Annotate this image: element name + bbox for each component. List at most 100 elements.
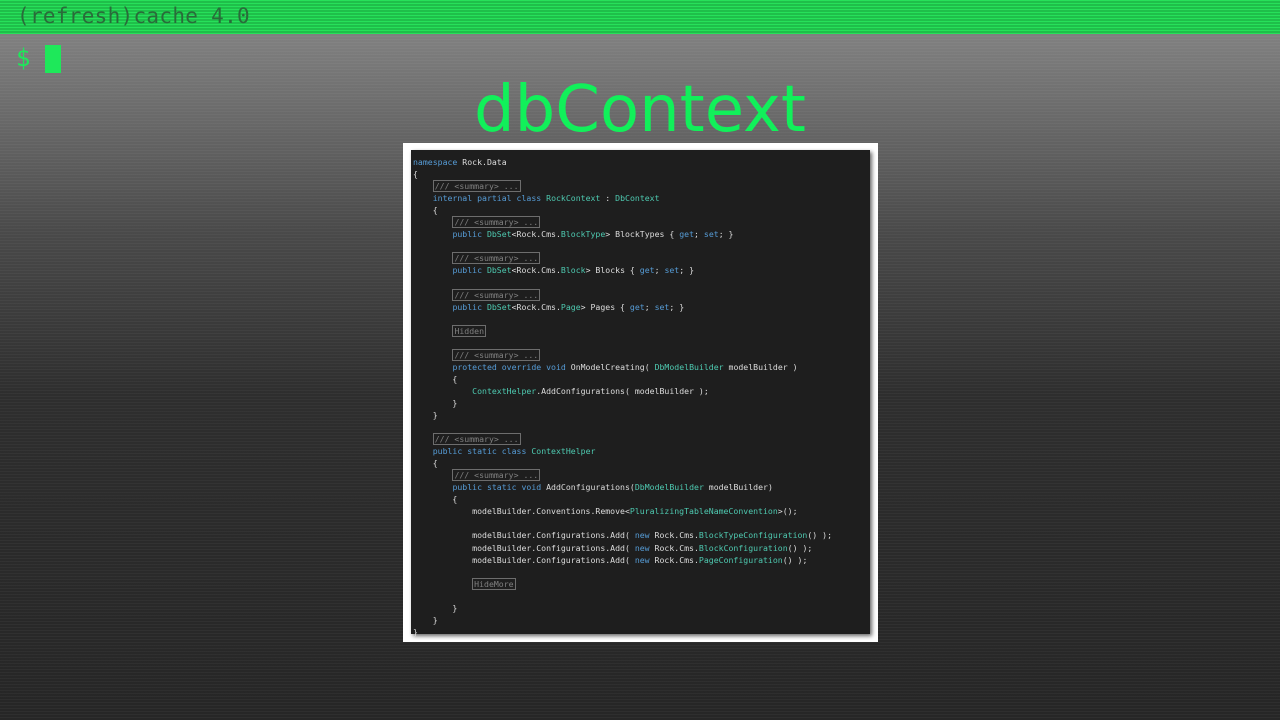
code-token: { xyxy=(413,373,458,384)
code-token: void xyxy=(546,361,566,372)
title-bar: (refresh)cache 4.0 xyxy=(0,0,1280,34)
collapsed-region[interactable]: /// <summary> ... xyxy=(452,216,541,229)
code-line: modelBuilder.Configurations.Add( new Roc… xyxy=(413,542,870,554)
collapsed-region[interactable]: Hidden xyxy=(452,324,487,337)
code-line: } xyxy=(413,409,870,421)
code-token: DbSet xyxy=(486,265,512,276)
code-token: Rock.Cms. xyxy=(649,542,699,553)
code-token: DbSet xyxy=(486,301,512,312)
code-token: () ); xyxy=(782,554,808,565)
code-line: public DbSet<Rock.Cms.Page> Pages { get;… xyxy=(413,301,870,313)
code-line: Hidden xyxy=(413,324,870,337)
code-token: new xyxy=(634,554,650,565)
code-token: { xyxy=(413,494,458,505)
code-token: { xyxy=(413,169,418,180)
collapsed-region[interactable]: /// <summary> ... xyxy=(452,469,541,482)
code-token: } xyxy=(413,409,438,420)
code-token: > Pages { xyxy=(580,301,630,312)
code-token: () ); xyxy=(807,530,833,541)
code-line: internal partial class RockContext : DbC… xyxy=(413,192,870,204)
code-token: } xyxy=(413,602,458,613)
collapsed-region[interactable]: /// <summary> ... xyxy=(432,433,521,446)
code-token: get xyxy=(679,229,695,240)
code-token: BlockTypeConfiguration xyxy=(698,530,808,541)
code-token: namespace xyxy=(413,157,458,167)
terminal-cursor[interactable] xyxy=(45,45,61,73)
code-token: ; xyxy=(694,229,704,240)
code-token: BlockType xyxy=(560,229,606,240)
slide-heading: dbContext xyxy=(474,73,806,147)
code-token: set xyxy=(654,301,670,312)
code-line: { xyxy=(413,457,870,469)
collapsed-region[interactable]: HideMore xyxy=(472,577,516,590)
code-line: namespace Rock.Data xyxy=(413,156,870,168)
code-line: protected override void OnModelCreating(… xyxy=(413,361,870,373)
collapsed-region[interactable]: /// <summary> ... xyxy=(432,180,521,193)
code-token: Rock.Data xyxy=(457,157,507,167)
code-token: static xyxy=(486,482,517,493)
code-line: { xyxy=(413,373,870,385)
collapsed-region[interactable]: /// <summary> ... xyxy=(452,252,541,265)
code-line: /// <summary> ... xyxy=(413,433,870,446)
code-editor: namespace Rock.Data{ /// <summary> ... i… xyxy=(411,150,870,637)
collapsed-region[interactable]: /// <summary> ... xyxy=(452,348,541,361)
code-line: public static class ContextHelper xyxy=(413,445,870,457)
code-token: >(); xyxy=(777,506,798,517)
code-token: RockContext xyxy=(546,193,601,204)
code-token: public xyxy=(452,482,483,493)
code-line: /// <summary> ... xyxy=(413,469,870,482)
code-line: /// <summary> ... xyxy=(413,180,870,193)
code-token: > BlockTypes { xyxy=(605,229,680,240)
code-token: partial xyxy=(477,193,512,204)
code-token: class xyxy=(516,193,542,204)
code-token: .AddConfigurations( modelBuilder ); xyxy=(536,385,709,396)
code-token: public xyxy=(452,265,483,276)
code-token: set xyxy=(664,265,680,276)
collapsed-region[interactable]: /// <summary> ... xyxy=(452,288,541,301)
code-token: BlockConfiguration xyxy=(698,542,788,553)
code-token: class xyxy=(501,446,527,457)
code-line: ContextHelper.AddConfigurations( modelBu… xyxy=(413,385,870,397)
code-token: void xyxy=(521,482,542,493)
code-line: } xyxy=(413,602,870,614)
code-token: public xyxy=(432,446,463,457)
code-token: protected xyxy=(452,361,497,372)
code-token: PageConfiguration xyxy=(698,554,783,565)
code-token: new xyxy=(634,542,650,553)
code-token: set xyxy=(703,229,719,240)
code-line: } xyxy=(413,626,870,638)
code-token: > Blocks { xyxy=(585,265,640,276)
code-line: /// <summary> ... xyxy=(413,348,870,361)
code-line: modelBuilder.Configurations.Add( new Roc… xyxy=(413,554,870,566)
code-token: get xyxy=(629,301,645,312)
code-token: DbContext xyxy=(615,193,660,204)
code-token: DbModelBuilder xyxy=(654,361,724,372)
code-token: ContextHelper xyxy=(472,385,537,396)
code-line: modelBuilder.Configurations.Add( new Roc… xyxy=(413,529,870,541)
code-token: <Rock.Cms. xyxy=(511,301,561,312)
code-line: HideMore xyxy=(413,577,870,590)
code-token: modelBuilder.Configurations.Add( xyxy=(413,554,635,565)
code-token: OnModelCreating( xyxy=(565,361,655,372)
code-token: () ); xyxy=(787,542,813,553)
code-token: public xyxy=(452,301,483,312)
code-token: override xyxy=(501,361,542,372)
